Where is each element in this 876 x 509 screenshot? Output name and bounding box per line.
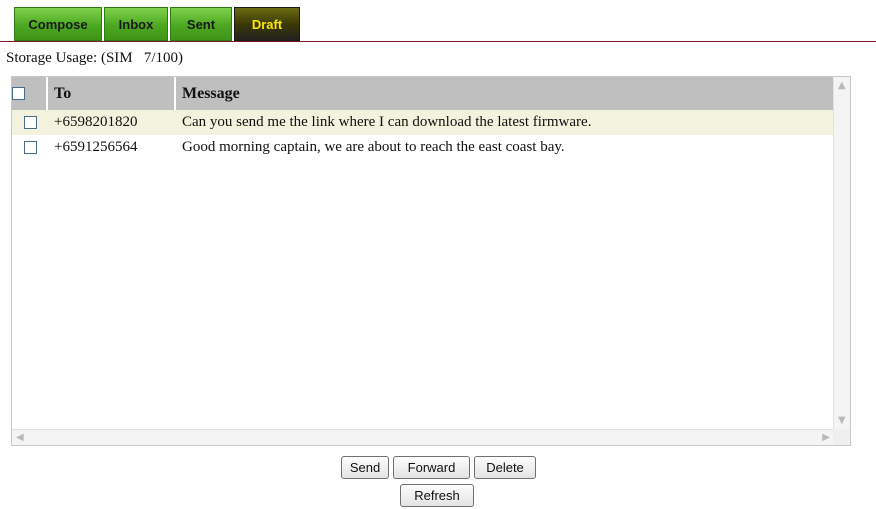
recipient-number: +6591256564 — [54, 139, 138, 155]
table-row[interactable]: +6598201820 Can you send me the link whe… — [12, 110, 834, 135]
scroll-down-icon[interactable]: ▼ — [838, 416, 846, 426]
scroll-left-icon[interactable]: ◀ — [16, 433, 24, 443]
select-all-checkbox[interactable] — [12, 87, 25, 101]
message-text: Good morning captain, we are about to re… — [182, 139, 565, 155]
tab-inbox[interactable]: Inbox — [104, 7, 168, 41]
delete-button[interactable]: Delete — [474, 456, 536, 479]
message-text: Can you send me the link where I can dow… — [176, 110, 834, 135]
scrollbar-corner — [833, 429, 850, 445]
column-header-message: Message — [176, 77, 834, 110]
forward-button[interactable]: Forward — [393, 456, 470, 479]
scroll-right-icon[interactable]: ▶ — [822, 433, 830, 443]
tab-divider — [0, 41, 876, 42]
message-table: To Message +6598201820 Can you send me t… — [12, 77, 834, 160]
storage-usage-label: Storage Usage: (SIM 7/100) — [6, 50, 184, 66]
message-list-panel: To Message +6598201820 Can you send me t… — [11, 76, 851, 446]
row-checkbox[interactable] — [23, 141, 37, 155]
tab-bar: Compose Inbox Sent Draft — [14, 7, 300, 41]
tab-sent[interactable]: Sent — [170, 7, 232, 41]
sms-draft-page: Compose Inbox Sent Draft Storage Usage: … — [0, 0, 876, 509]
row-checkbox-cell — [12, 110, 48, 135]
horizontal-scrollbar[interactable]: ◀ ▶ — [12, 429, 834, 445]
row-checkbox[interactable] — [23, 116, 37, 130]
row-checkbox-cell — [12, 135, 48, 160]
vertical-scrollbar[interactable]: ▲ ▼ — [833, 77, 850, 430]
table-header-row: To Message — [12, 77, 834, 110]
tab-compose[interactable]: Compose — [14, 7, 102, 41]
column-header-to: To — [48, 77, 176, 110]
send-button[interactable]: Send — [341, 456, 389, 479]
table-row[interactable]: +6591256564 Good morning captain, we are… — [12, 135, 834, 160]
refresh-button[interactable]: Refresh — [400, 484, 474, 507]
select-all-header — [12, 77, 48, 110]
scroll-up-icon[interactable]: ▲ — [838, 81, 846, 91]
recipient-number: +6598201820 — [48, 110, 176, 135]
tab-draft[interactable]: Draft — [234, 7, 300, 41]
